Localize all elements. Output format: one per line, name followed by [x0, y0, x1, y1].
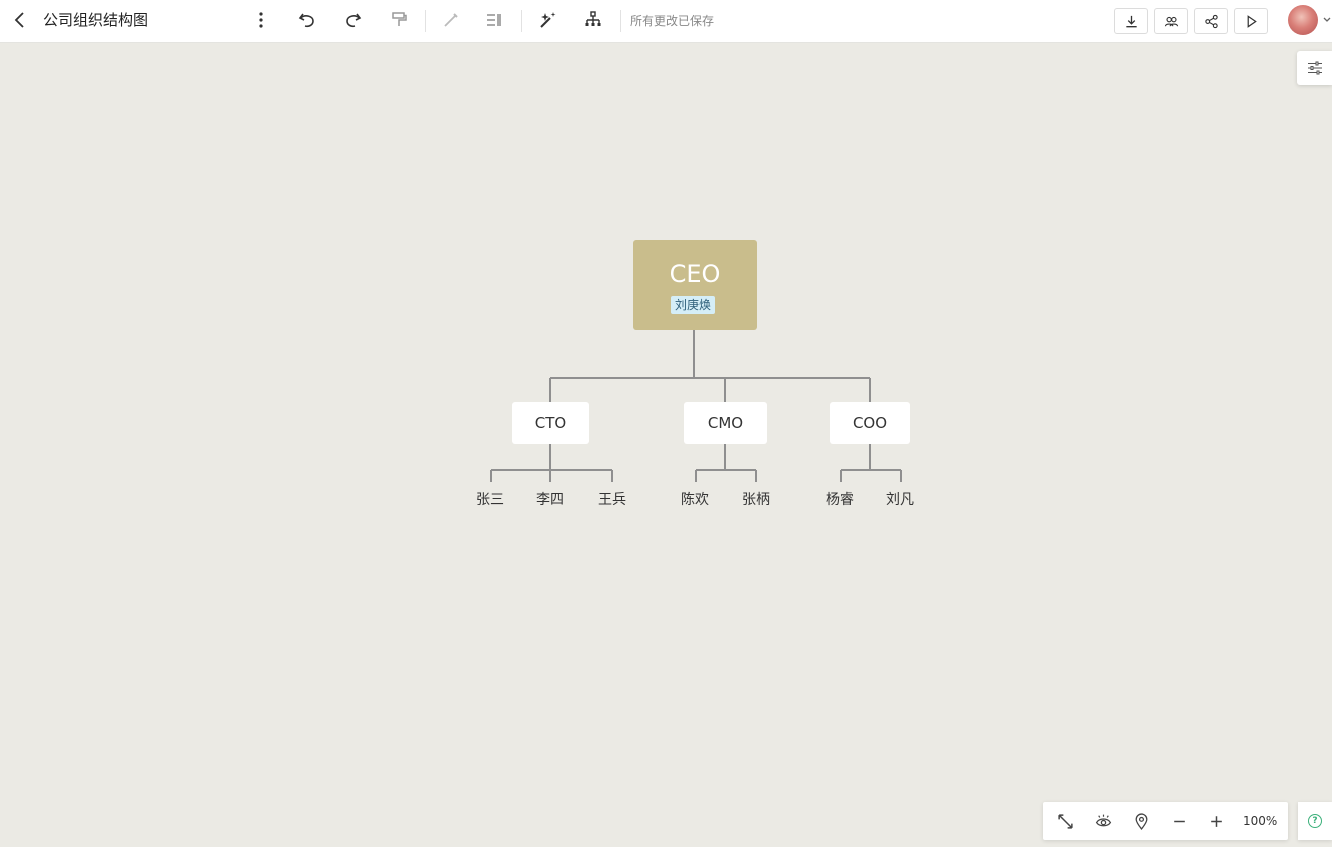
zoom-in-icon[interactable]	[1206, 811, 1226, 831]
location-icon[interactable]	[1131, 811, 1151, 831]
help-icon: ?	[1308, 814, 1322, 828]
org-node-ceo[interactable]: CEO 刘庚焕	[633, 240, 757, 330]
org-leaf-node[interactable]: 杨睿	[818, 490, 862, 510]
org-leaf-node[interactable]: 王兵	[590, 490, 634, 510]
org-node-cmo[interactable]: CMO	[684, 402, 767, 444]
zoom-level[interactable]: 100%	[1243, 812, 1277, 830]
org-node-cto[interactable]: CTO	[512, 402, 589, 444]
org-node-coo[interactable]: COO	[830, 402, 910, 444]
org-leaf-node[interactable]: 李四	[528, 490, 572, 510]
view-toolbar: 100%	[1043, 802, 1288, 840]
org-leaf-node[interactable]: 张三	[468, 490, 512, 510]
help-button[interactable]: ?	[1298, 802, 1332, 840]
zoom-out-icon[interactable]	[1169, 811, 1189, 831]
fit-screen-icon[interactable]	[1055, 811, 1075, 831]
org-leaf-node[interactable]: 张柄	[734, 490, 778, 510]
node-title: CEO	[669, 260, 721, 288]
org-leaf-node[interactable]: 陈欢	[673, 490, 717, 510]
node-tag[interactable]: 刘庚焕	[671, 296, 715, 314]
eye-icon[interactable]	[1093, 811, 1113, 831]
org-chart-connectors	[490, 330, 902, 482]
org-leaf-node[interactable]: 刘凡	[878, 490, 922, 510]
